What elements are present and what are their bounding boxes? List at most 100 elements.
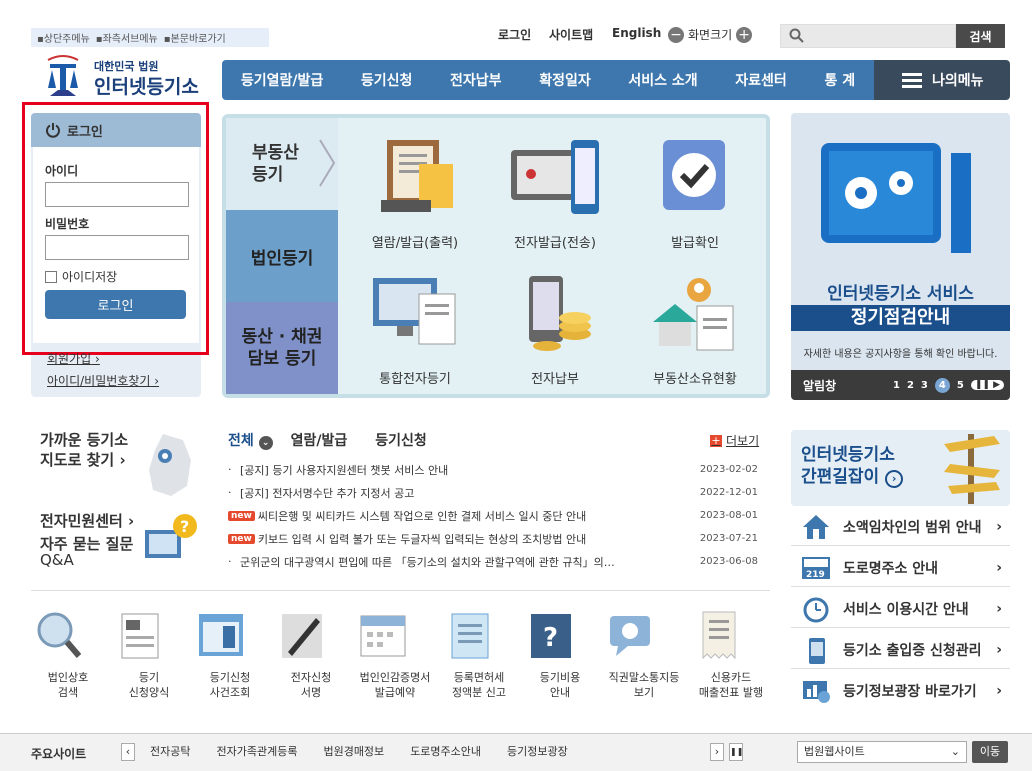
svg-text:?: ? xyxy=(543,623,558,653)
quick-corp-name-search[interactable]: 법인상호 검색 xyxy=(31,608,105,700)
skip-link-content[interactable]: ▪본문바로가기 xyxy=(164,30,226,45)
search-input[interactable] xyxy=(780,24,956,48)
pen-icon xyxy=(282,614,322,658)
receipt-icon xyxy=(702,611,736,660)
quick-cost-info[interactable]: ? 등기비용 안내 xyxy=(523,608,597,700)
footer-site[interactable]: 도로명주소안내 xyxy=(410,743,481,759)
map-search-link[interactable]: 가까운 등기소 지도로 찾기 › xyxy=(40,430,128,470)
service-label: 전자납부 xyxy=(531,372,579,387)
right-link-road-address[interactable]: 219 도로명주소 안내 › xyxy=(791,549,1010,587)
notice-item[interactable]: · [공지] 전자서명수단 추가 지정서 공고 2022-12-01 xyxy=(228,481,758,504)
service-integrated[interactable]: 통합전자등기 xyxy=(350,272,480,387)
new-badge: new xyxy=(228,533,255,544)
quick-card-receipt[interactable]: 신용카드 매출전표 발행 xyxy=(691,608,771,700)
service-verify[interactable]: 발급확인 xyxy=(630,136,760,251)
page-1[interactable]: 1 xyxy=(893,380,900,391)
go-button[interactable]: 이동 xyxy=(972,741,1008,763)
nav-fixed-date[interactable]: 확정일자 xyxy=(539,70,591,90)
service-ownership[interactable]: 부동산소유현황 xyxy=(630,272,760,387)
plus-icon: + xyxy=(710,433,722,447)
notice-tab-issue[interactable]: 열람/발급 xyxy=(291,430,348,450)
notice-item[interactable]: new 씨티은행 및 씨티카드 시스템 작업으로 인한 결제 서비스 일시 중단 … xyxy=(228,504,758,527)
page-4-active[interactable]: 4 xyxy=(934,377,950,393)
right-link-data-plaza[interactable]: 등기정보광장 바로가기 › xyxy=(791,672,1010,710)
right-link-service-hours[interactable]: 서비스 이용시간 안내 › xyxy=(791,590,1010,628)
footer-bar: 주요사이트 ‹ 전자공탁 전자가족관계등록 법원경매정보 도로명주소안내 등기정… xyxy=(0,733,1032,771)
magnifier-icon xyxy=(37,612,82,658)
quick-links: 법인상호 검색 등기 신청양식 등기신청 사건조회 전자신청 서명 법인인감증명서 발급예… xyxy=(31,608,771,700)
e-center-link[interactable]: 전자민원센터 › xyxy=(40,510,134,531)
nav-data-center[interactable]: 자료센터 xyxy=(735,70,787,90)
skip-link-main-menu[interactable]: ▪상단주메뉴 xyxy=(37,30,90,45)
nav-payment[interactable]: 전자납부 xyxy=(450,70,502,90)
quick-seal-reservation[interactable]: 법인인감증명서 발급예약 xyxy=(355,608,435,700)
page-2[interactable]: 2 xyxy=(907,380,914,391)
english-link[interactable]: English xyxy=(612,26,661,40)
help-monitor-icon: ? xyxy=(145,514,197,558)
notice-more-link[interactable]: + 더보기 xyxy=(710,432,759,449)
join-link[interactable]: 회원가입 › xyxy=(47,350,100,367)
footer-prev-button[interactable]: ‹ xyxy=(121,743,135,761)
footer-site[interactable]: 등기정보광장 xyxy=(507,743,568,759)
zoom-out-icon[interactable]: − xyxy=(668,26,684,43)
speech-hand-icon xyxy=(610,616,650,656)
service-view-issue[interactable]: 열람/발급(출력) xyxy=(350,136,480,251)
quick-case-lookup[interactable]: 등기신청 사건조회 xyxy=(193,608,267,700)
tab-movable-assets[interactable]: 동산 · 채권 담보 등기 xyxy=(226,302,338,394)
footer-pause-button[interactable]: ❚❚ xyxy=(729,743,743,761)
nav-service-intro[interactable]: 서비스 소개 xyxy=(628,70,697,90)
new-badge: new xyxy=(228,510,255,521)
service-label: 전자발급(전송) xyxy=(514,236,596,251)
skip-links: ▪상단주메뉴 ▪좌측서브메뉴 ▪본문바로가기 xyxy=(31,28,269,47)
chart-monitor-icon xyxy=(803,681,830,703)
korea-map-icon xyxy=(149,434,191,496)
notice-tab-all[interactable]: 전체 ⌄ xyxy=(228,430,273,450)
quick-e-sign[interactable]: 전자신청 서명 xyxy=(274,608,348,700)
footer-title: 주요사이트 xyxy=(31,747,87,761)
footer-site[interactable]: 전자가족관계등록 xyxy=(216,743,297,759)
calendar-icon xyxy=(360,615,406,657)
tab-corporate[interactable]: 법인등기 xyxy=(226,210,338,302)
faq-link[interactable]: 자주 묻는 질문 Q&A xyxy=(40,536,133,568)
find-account-link[interactable]: 아이디/비밀번호찾기 › xyxy=(47,372,159,389)
footer-next-button[interactable]: › xyxy=(710,743,724,761)
signpost-icon xyxy=(944,434,1000,504)
zoom-in-icon[interactable]: + xyxy=(736,26,753,43)
sitemap-link[interactable]: 사이트맵 xyxy=(549,26,593,43)
site-select[interactable]: 법원웹사이트 ⌄ xyxy=(797,741,967,763)
pause-icon[interactable]: ❚❚ ▶ xyxy=(970,380,1004,390)
banner-footer: 알림창 1 2 3 4 5 ❚❚ ▶ xyxy=(791,370,1010,400)
footer-site[interactable]: 법원경매정보 xyxy=(323,743,384,759)
my-menu-button[interactable]: 나의메뉴 xyxy=(874,60,1010,100)
zoom-label: 화면크기 xyxy=(688,28,733,42)
nav-statistics[interactable]: 통 계 xyxy=(824,70,855,90)
right-link-access-card[interactable]: 등기소 출입증 신청관리 › xyxy=(791,631,1010,669)
notice-item[interactable]: · [공지] 등기 사용자지원센터 챗봇 서비스 안내 2023-02-02 xyxy=(228,458,758,481)
quick-forms[interactable]: 등기 신청양식 xyxy=(112,608,186,700)
page-3[interactable]: 3 xyxy=(921,380,928,391)
right-link-tenant[interactable]: 소액임차인의 범위 안내 › xyxy=(791,508,1010,546)
footer-sites: 전자공탁 전자가족관계등록 법원경매정보 도로명주소안내 등기정보광장 xyxy=(150,743,568,759)
alert-label: 알림창 xyxy=(803,378,837,393)
notice-item[interactable]: new 키보드 입력 시 입력 불가 또는 두글자씩 입력되는 현상의 조치방법 … xyxy=(228,527,758,550)
skip-link-left-menu[interactable]: ▪좌측서브메뉴 xyxy=(96,30,158,45)
top-login-link[interactable]: 로그인 xyxy=(498,26,531,43)
nav-apply[interactable]: 등기신청 xyxy=(361,70,413,90)
service-label: 열람/발급(출력) xyxy=(371,236,459,251)
page-5[interactable]: 5 xyxy=(957,380,964,391)
quick-cancel-notice[interactable]: 직권말소통지등 보기 xyxy=(604,608,684,700)
nav-view-issue[interactable]: 등기열람/발급 xyxy=(241,70,323,90)
notice-item[interactable]: · 군위군의 대구광역시 편입에 따른 「등기소의 설치와 관할구역에 관한 규칙… xyxy=(228,550,758,573)
service-e-payment[interactable]: 전자납부 xyxy=(490,272,620,387)
site-logo[interactable]: 대한민국 법원 인터넷등기소 xyxy=(38,52,213,102)
service-e-issue[interactable]: 전자발급(전송) xyxy=(490,136,620,251)
footer-site[interactable]: 전자공탁 xyxy=(150,743,190,759)
quick-tax-report[interactable]: 등록면허세 정액분 신고 xyxy=(442,608,516,700)
notice-tab-apply[interactable]: 등기신청 xyxy=(375,430,427,450)
search-button[interactable]: 검색 xyxy=(956,24,1005,48)
service-label: 발급확인 xyxy=(671,236,719,251)
guide-banner[interactable]: 인터넷등기소 간편길잡이 › xyxy=(791,430,1010,506)
search-icon xyxy=(789,28,804,43)
maintenance-banner[interactable]: 인터넷등기소 서비스 정기점검안내 자세한 내용은 공지사항을 통해 확인 바랍… xyxy=(791,113,1010,400)
check-verify-icon xyxy=(663,140,725,210)
